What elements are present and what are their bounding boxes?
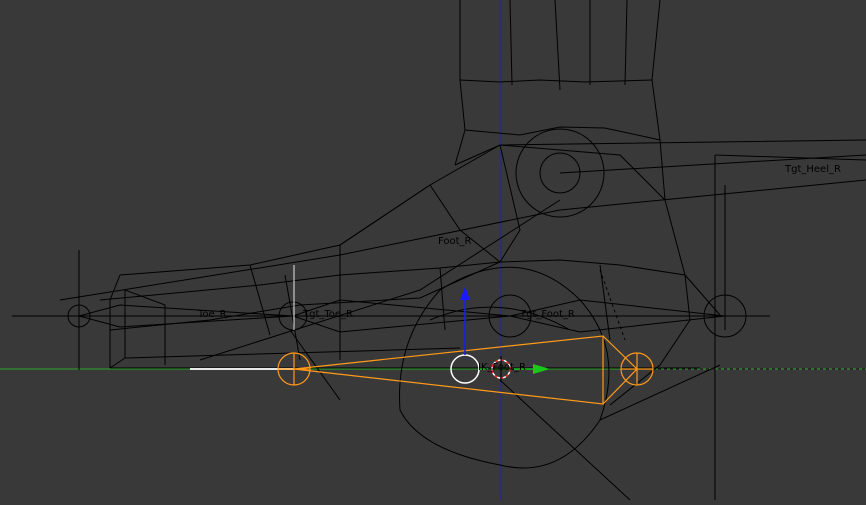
bone-label-heel: Tgt_Heel_R bbox=[784, 164, 841, 175]
bone-label-tgt-foot: Tgt_Foot_R bbox=[519, 309, 575, 320]
bone-label-foot: Foot_R bbox=[438, 236, 472, 247]
viewport-background bbox=[0, 0, 866, 501]
3d-viewport[interactable]: Tgt_Heel_R Foot_R Toe_R Tgt_Toe_R Tgt_Fo… bbox=[0, 0, 866, 501]
bone-label-toe: Toe_R bbox=[197, 309, 227, 320]
viewport-canvas[interactable]: Tgt_Heel_R Foot_R Toe_R Tgt_Toe_R Tgt_Fo… bbox=[0, 0, 866, 501]
bone-label-tgt-toe: Tgt_Toe_R bbox=[302, 309, 353, 320]
bone-label-ik-foot: IK_Foot_R bbox=[478, 362, 526, 373]
